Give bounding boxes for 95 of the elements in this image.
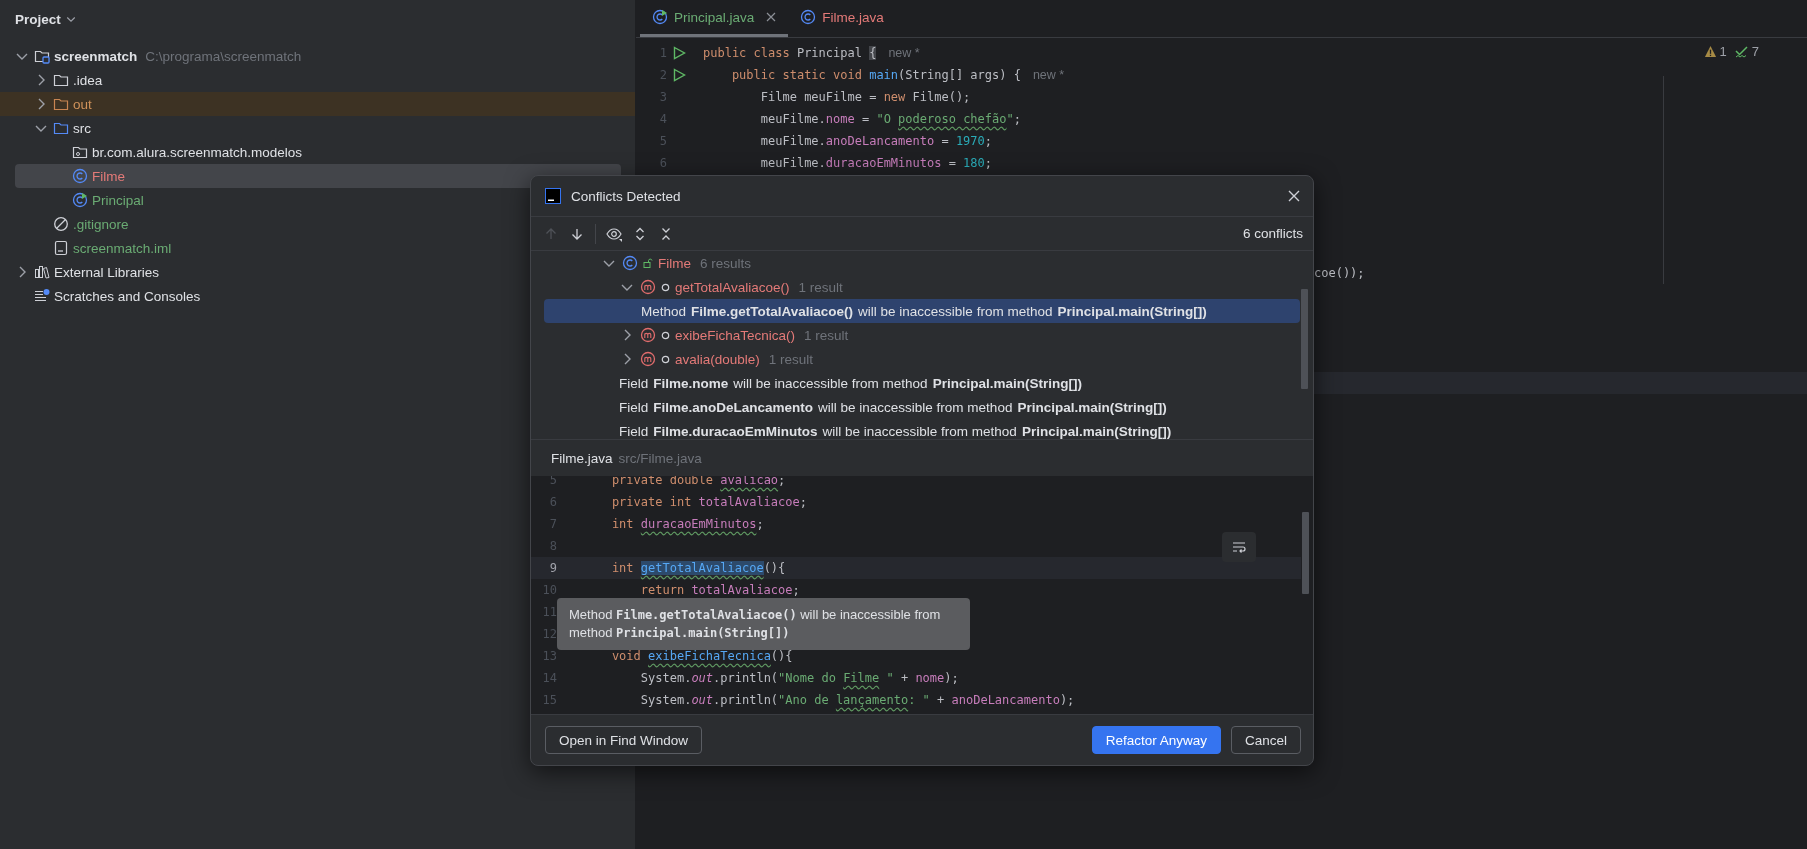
- ignored-file-icon: [53, 216, 69, 232]
- code-line: public static void main(String[] args) {: [730, 68, 1021, 82]
- code-line: return totalAvaliacoe;: [639, 583, 800, 597]
- folder-icon: [53, 120, 69, 136]
- result-count: 1 result: [804, 327, 849, 343]
- tab-label: Principal.java: [674, 9, 755, 25]
- file-name: .idea: [73, 72, 103, 88]
- package-icon: [72, 144, 88, 160]
- method-icon: [640, 279, 656, 295]
- file-name: screenmatch: [54, 48, 138, 64]
- author-hint[interactable]: new *: [1032, 68, 1065, 82]
- package-private-icon: [661, 354, 670, 364]
- package-private-icon: [661, 282, 670, 292]
- tree-label: getTotalAvaliacoe(): [675, 279, 790, 295]
- line-number: 9: [548, 561, 558, 575]
- tree-row[interactable]: .idea: [0, 68, 635, 92]
- result-row[interactable]: exibeFichaTecnica() 1 result: [544, 323, 1300, 347]
- close-icon[interactable]: [1287, 189, 1301, 203]
- code-line: int getTotalAvaliacoe(){: [610, 561, 786, 575]
- editor-tab[interactable]: Filme.java: [788, 0, 896, 37]
- inspection-count[interactable]: 1: [1719, 44, 1727, 59]
- code-line: public class Principal {: [703, 46, 877, 60]
- file-name: Principal: [92, 192, 144, 208]
- tree-row[interactable]: src: [0, 116, 635, 140]
- scrollbar[interactable]: [1301, 289, 1308, 389]
- project-path: C:\programa\screenmatch: [145, 48, 302, 64]
- editor-tab[interactable]: Principal.java: [640, 0, 789, 37]
- class-icon: [72, 168, 88, 184]
- code-line: System.out.println("Ano de lançamento: " + anoDeLancamento);: [639, 693, 1075, 707]
- tree-row[interactable]: screenmatch C:\programa\screenmatch: [0, 44, 635, 68]
- main-class-icon: [72, 192, 88, 208]
- result-count: 1 result: [768, 351, 814, 367]
- file-name: screenmatch.iml: [73, 240, 172, 256]
- code-line: int duracaoEmMinutos;: [610, 517, 764, 531]
- file-name: out: [73, 96, 92, 112]
- method-icon: [640, 351, 656, 367]
- folder-icon: [53, 96, 69, 112]
- class-icon: [800, 9, 817, 25]
- folder-icon: [53, 72, 69, 88]
- scratches-icon: [34, 288, 50, 304]
- result-count: 6 results: [700, 255, 752, 271]
- author-hint[interactable]: new *: [888, 46, 920, 60]
- eye-icon[interactable]: [606, 225, 622, 242]
- soft-wrap-button[interactable]: [1222, 532, 1256, 562]
- code-line: coe());: [1314, 266, 1365, 280]
- scrollbar[interactable]: [1302, 512, 1309, 594]
- app-logo-icon: [545, 188, 561, 204]
- conflict-item[interactable]: Field Filme.duracaoEmMinutos will be inaccessible from method Principal.main(String[]): [544, 419, 1300, 439]
- file-name: Filme: [92, 168, 125, 184]
- file-name: br.com.alura.screenmatch.modelos: [92, 144, 303, 160]
- file-name: Filme.java: [551, 450, 613, 466]
- file-name: External Libraries: [54, 264, 160, 280]
- module-file-icon: [53, 240, 69, 256]
- conflict-item[interactable]: Method Filme.getTotalAvaliacoe() will be inaccessible from method Principal.main(String[]): [544, 299, 1300, 323]
- dialog-button[interactable]: Open in Find Window: [545, 726, 703, 754]
- libraries-icon: [34, 264, 50, 280]
- code-line: System.out.println("Nome do Filme " + nome);: [639, 671, 959, 685]
- code-line: meuFilme.anoDeLancamento = 1970;: [759, 134, 993, 148]
- tree-row[interactable]: Filme: [15, 164, 621, 188]
- code-line: void exibeFichaTecnica(){: [610, 649, 793, 663]
- tree-row[interactable]: br.com.alura.screenmatch.modelos: [0, 140, 635, 164]
- result-count: 1 result: [798, 279, 843, 295]
- code-line: private int totalAvaliacoe;: [610, 495, 807, 509]
- conflict-count: 6 conflicts: [1242, 226, 1303, 241]
- tree-row[interactable]: .gitignore: [0, 212, 635, 236]
- dialog-button[interactable]: Refactor Anyway: [1091, 726, 1221, 754]
- warning-icon: [1703, 45, 1717, 58]
- package-private-icon: [661, 330, 670, 340]
- code-line: meuFilme.duracaoEmMinutos = 180;: [759, 156, 993, 170]
- dialog-title: Conflicts Detected: [571, 188, 682, 204]
- file-path: src/Filme.java: [618, 450, 702, 466]
- tree-label: exibeFichaTecnica(): [675, 327, 796, 343]
- tooltip: Method Filme.getTotalAvaliacoe() will be inaccessible from method Principal.main(String[]): [557, 598, 970, 650]
- soft-wrap-icon: [1231, 539, 1247, 555]
- panel-title[interactable]: Project: [15, 11, 61, 27]
- file-name: .gitignore: [73, 216, 129, 232]
- inspection-count[interactable]: 7: [1751, 44, 1759, 59]
- conflict-item[interactable]: Field Filme.anoDeLancamento will be inaccessible from method Principal.main(String[]): [544, 395, 1300, 419]
- tree-label: Filme: [658, 255, 691, 271]
- tree-label: avalia(double): [675, 351, 760, 367]
- tab-label: Filme.java: [822, 9, 884, 25]
- class-icon: [622, 255, 638, 271]
- conflict-item[interactable]: Field Filme.nome will be inaccessible from method Principal.main(String[]): [544, 371, 1300, 395]
- file-name: src: [73, 120, 91, 136]
- main-class-icon: [652, 9, 668, 25]
- unlocked-icon: [643, 258, 653, 268]
- typo-icon: [1734, 44, 1749, 59]
- tree-row[interactable]: out: [0, 92, 635, 116]
- file-name: Scratches and Consoles: [54, 288, 201, 304]
- folder-icon: [34, 48, 50, 64]
- result-row[interactable]: avalia(double) 1 result: [544, 347, 1300, 371]
- code-line: Filme meuFilme = new Filme();: [759, 90, 971, 104]
- method-icon: [640, 327, 656, 343]
- dialog-button[interactable]: Cancel: [1230, 726, 1301, 754]
- code-line: meuFilme.nome = "O poderoso chefão";: [759, 112, 1021, 126]
